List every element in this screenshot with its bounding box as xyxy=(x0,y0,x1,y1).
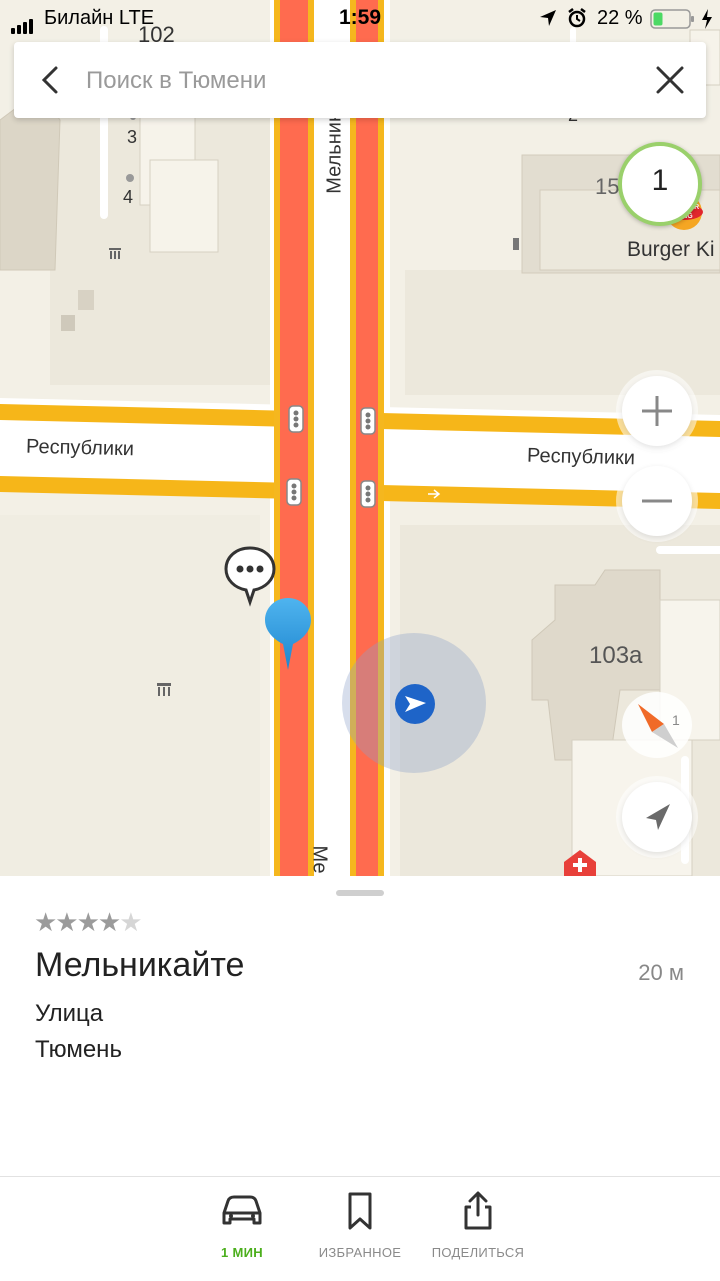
sheet-drag-handle[interactable] xyxy=(336,890,384,896)
traffic-level-button[interactable]: 1 xyxy=(618,142,702,226)
compass-badge: 1 xyxy=(672,712,680,728)
plus-icon xyxy=(642,396,672,426)
zoom-in-button[interactable] xyxy=(622,376,692,446)
share-label: ПОДЕЛИТЬСЯ xyxy=(431,1245,525,1260)
place-type: Улица xyxy=(35,1000,104,1027)
share-button[interactable]: ПОДЕЛИТЬСЯ xyxy=(408,1191,548,1260)
charging-icon xyxy=(702,9,712,29)
rating-stars: ★★★★★ xyxy=(34,908,143,938)
house-number-103a: 103а xyxy=(589,642,643,669)
car-icon xyxy=(222,1195,262,1225)
share-icon xyxy=(464,1191,492,1230)
bookmark-icon xyxy=(348,1192,372,1230)
location-services-icon xyxy=(540,10,556,26)
my-location-button[interactable] xyxy=(622,782,692,852)
compass-icon xyxy=(638,704,678,748)
traffic-level-value: 1 xyxy=(651,164,669,197)
navigation-arrow-icon xyxy=(646,804,670,830)
poi-label-burger-king[interactable]: Burger Ki xyxy=(627,238,715,262)
close-icon[interactable] xyxy=(654,64,686,96)
house-number-4: 4 xyxy=(123,187,134,207)
back-arrow-icon[interactable] xyxy=(34,62,70,98)
location-arrow-icon xyxy=(395,684,435,724)
place-city: Тюмень xyxy=(35,1036,122,1063)
user-location-marker xyxy=(342,633,486,773)
battery-icon xyxy=(650,9,694,29)
map-view[interactable]: 102 3 4 2 15 103а Республики Республики … xyxy=(0,0,720,876)
house-number-15: 15 xyxy=(595,174,620,199)
battery-percent: 22 % xyxy=(597,7,643,29)
compass-button[interactable]: 1 xyxy=(622,692,692,758)
search-bar xyxy=(14,42,706,118)
street-label-respubliki-left: Республики xyxy=(25,435,135,461)
status-bar: Билайн LTE 1:59 22 % xyxy=(0,0,720,38)
search-input[interactable] xyxy=(84,60,628,102)
selected-place-pin[interactable] xyxy=(263,596,313,677)
alarm-icon xyxy=(568,8,586,28)
zoom-out-button[interactable] xyxy=(622,466,692,536)
house-number-3: 3 xyxy=(127,127,138,147)
street-label-respubliki-right: Республики xyxy=(526,444,636,470)
place-name: Мельникайте xyxy=(35,946,245,984)
hospital-icon[interactable] xyxy=(560,848,600,876)
place-distance: 20 м xyxy=(638,960,684,985)
place-card[interactable]: ★★★★★ Мельникайте 20 м Улица Тюмень xyxy=(0,876,720,1176)
street-label-melnikaite-bottom: Ме xyxy=(308,845,331,874)
action-bar: 1 МИН ИЗБРАННОЕ ПОДЕЛИТЬСЯ xyxy=(0,1176,720,1281)
minus-icon xyxy=(642,499,672,503)
